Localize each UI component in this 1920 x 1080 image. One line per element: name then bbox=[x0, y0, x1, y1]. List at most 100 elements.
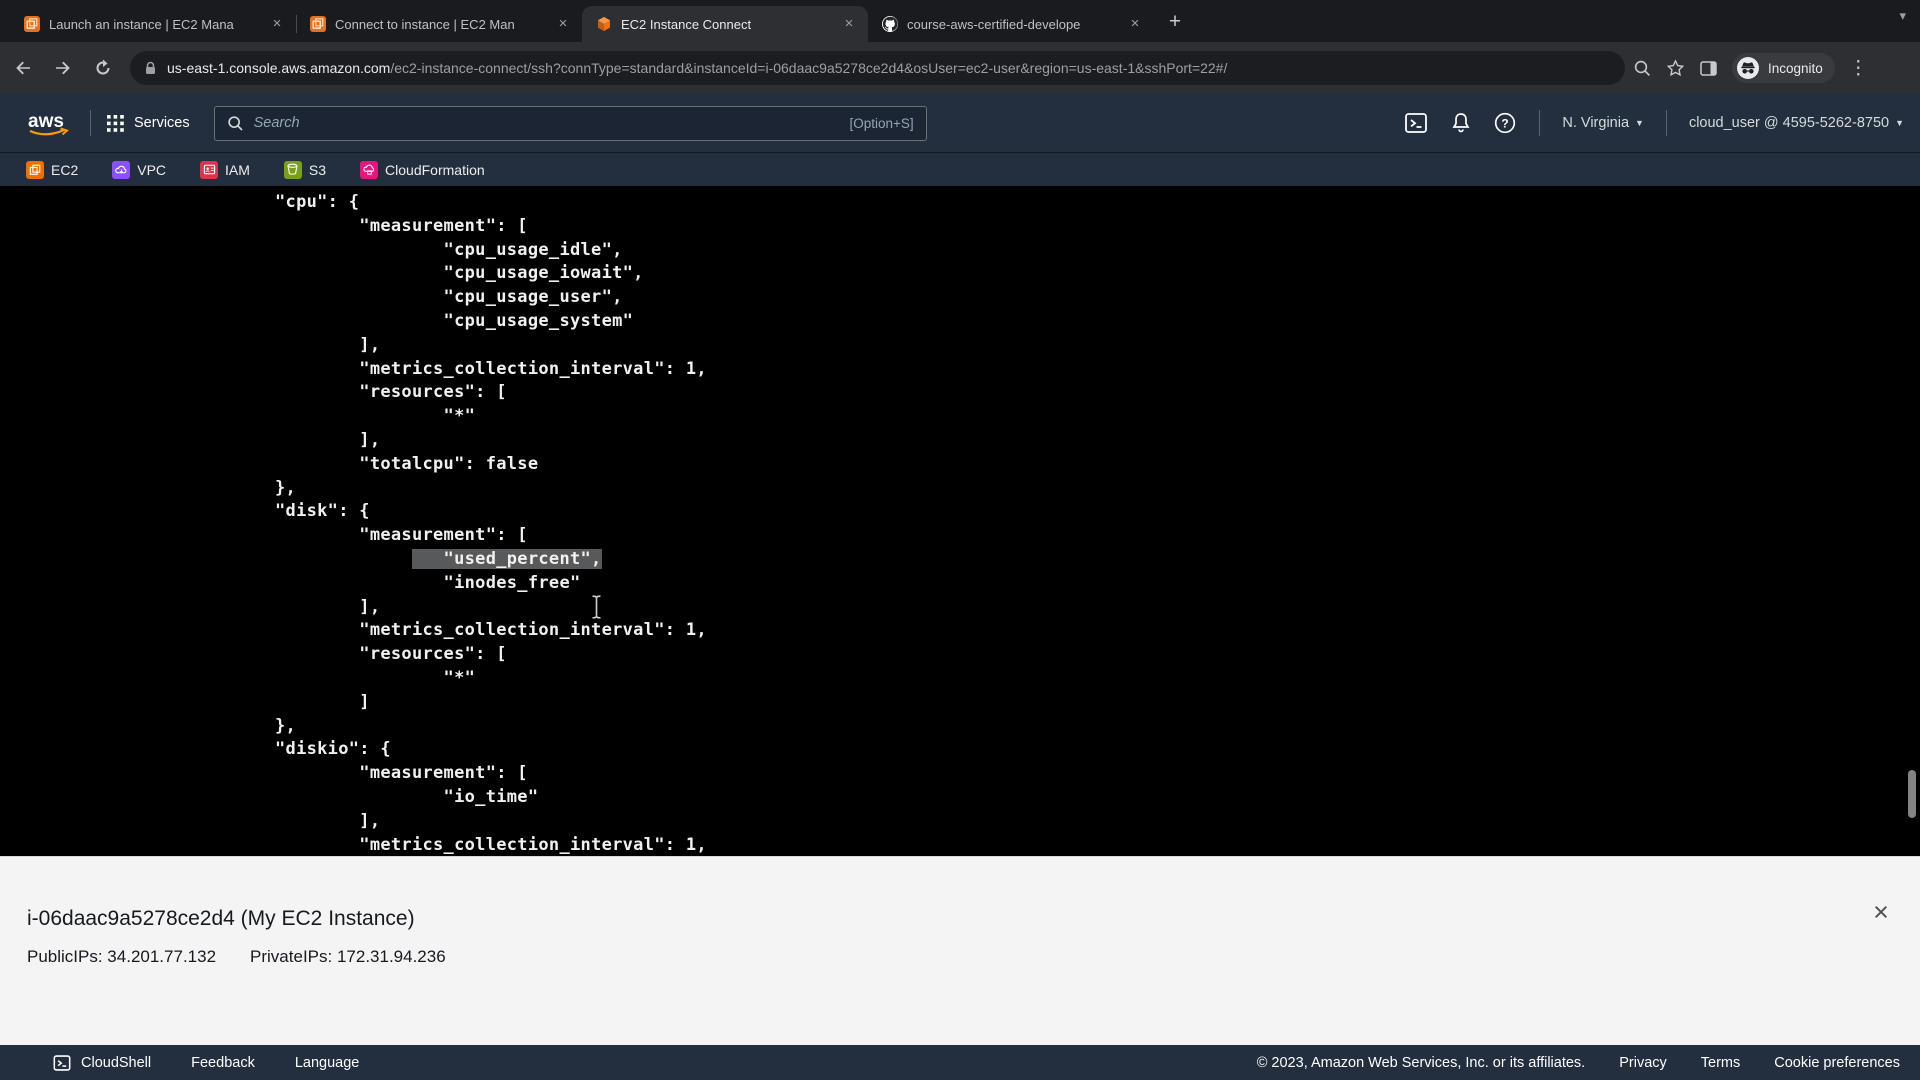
terminal-line: "cpu_usage_system" bbox=[275, 310, 1920, 334]
side-panel-icon[interactable] bbox=[1699, 59, 1718, 78]
console-search[interactable]: [Option+S] bbox=[214, 106, 927, 141]
aws-logo[interactable]: aws bbox=[22, 107, 74, 139]
iam-service-icon bbox=[200, 161, 218, 179]
tab-search-chevron-icon[interactable]: ▾ bbox=[1899, 8, 1906, 24]
terminal-line: "cpu_usage_user", bbox=[275, 286, 1920, 310]
selected-text: "used_percent", bbox=[412, 549, 602, 569]
text-cursor-icon bbox=[590, 594, 603, 620]
favorite-label: CloudFormation bbox=[385, 162, 485, 178]
account-menu[interactable]: cloud_user @ 4595-5262-8750 ▼ bbox=[1689, 115, 1904, 131]
region-label: N. Virginia bbox=[1562, 115, 1629, 131]
footer-cloudshell-button[interactable]: CloudShell bbox=[52, 1053, 151, 1073]
new-tab-button[interactable]: + bbox=[1160, 8, 1190, 38]
browser-tab[interactable]: Launch an instance | EC2 Mana × bbox=[10, 6, 296, 42]
favorite-service-link[interactable]: VPC bbox=[112, 161, 166, 179]
services-menu[interactable]: Services bbox=[107, 115, 190, 132]
address-bar[interactable]: us-east-1.console.aws.amazon.com/ec2-ins… bbox=[130, 51, 1625, 85]
forward-icon[interactable] bbox=[46, 51, 80, 85]
terminal-line: "metrics_collection_interval": 1, bbox=[275, 358, 1920, 382]
notifications-bell-icon[interactable] bbox=[1449, 111, 1473, 135]
aws-console-footer: CloudShell Feedback Language © 2023, Ama… bbox=[0, 1045, 1920, 1080]
favorite-service-link[interactable]: S3 bbox=[284, 161, 326, 179]
terminal-line: "diskio": { bbox=[275, 738, 1920, 762]
close-icon[interactable]: × bbox=[1866, 897, 1896, 927]
browser-tab[interactable]: Connect to instance | EC2 Man × bbox=[296, 6, 582, 42]
terminal-line: "io_time" bbox=[275, 786, 1920, 810]
chevron-down-icon: ▼ bbox=[1895, 118, 1904, 128]
browser-menu-icon[interactable]: ⋮ bbox=[1849, 57, 1868, 80]
ec2-favicon bbox=[310, 16, 326, 32]
tab-title: EC2 Instance Connect bbox=[621, 17, 831, 32]
terminal-scrollbar-thumb[interactable] bbox=[1908, 770, 1916, 818]
footer-link[interactable]: Terms bbox=[1701, 1055, 1740, 1071]
header-divider bbox=[1666, 110, 1667, 136]
back-icon[interactable] bbox=[6, 51, 40, 85]
s3-service-icon bbox=[284, 161, 302, 179]
account-label: cloud_user @ 4595-5262-8750 bbox=[1689, 115, 1889, 131]
language-button[interactable]: Language bbox=[295, 1055, 360, 1071]
tab-strip: Launch an instance | EC2 Mana × Connect … bbox=[0, 0, 1154, 42]
chevron-down-icon: ▼ bbox=[1635, 118, 1644, 128]
url-path: /ec2-instance-connect/ssh?connType=stand… bbox=[390, 60, 1227, 76]
favorite-service-link[interactable]: IAM bbox=[200, 161, 250, 179]
browser-tab-bar: Launch an instance | EC2 Mana × Connect … bbox=[0, 0, 1920, 42]
header-right-controls: ? N. Virginia ▼ cloud_user @ 4595-5262-8… bbox=[1403, 94, 1904, 152]
github-favicon bbox=[882, 16, 898, 32]
favorite-service-link[interactable]: CloudFormation bbox=[360, 161, 485, 179]
search-icon bbox=[227, 115, 244, 132]
vpc-service-icon bbox=[112, 161, 130, 179]
cloudshell-icon[interactable] bbox=[1403, 110, 1429, 136]
terminal-line: }, bbox=[275, 477, 1920, 501]
cloudformation-service-icon bbox=[360, 161, 378, 179]
url-domain: us-east-1.console.aws.amazon.com bbox=[167, 60, 390, 76]
services-grid-icon bbox=[107, 115, 124, 132]
toolbar-right: Incognito ⋮ bbox=[1633, 53, 1878, 83]
ec2-favicon bbox=[24, 16, 40, 32]
private-ips: PrivateIPs: 172.31.94.236 bbox=[250, 947, 446, 967]
terminal-line: "metrics_collection_interval": 1, bbox=[275, 834, 1920, 856]
footer-link[interactable]: Privacy bbox=[1619, 1055, 1667, 1071]
lock-icon bbox=[144, 61, 157, 76]
favorite-service-link[interactable]: EC2 bbox=[26, 161, 78, 179]
header-divider bbox=[90, 110, 91, 136]
favorite-label: VPC bbox=[137, 162, 166, 178]
browser-tab[interactable]: EC2 Instance Connect × bbox=[582, 6, 868, 42]
copyright-text: © 2023, Amazon Web Services, Inc. or its… bbox=[1257, 1055, 1586, 1071]
terminal-line: "inodes_free" bbox=[275, 572, 1920, 596]
instance-title: i-06daac9a5278ce2d4 (My EC2 Instance) bbox=[0, 857, 1920, 931]
incognito-badge: Incognito bbox=[1732, 53, 1835, 83]
favorite-label: S3 bbox=[309, 162, 326, 178]
terminal-line: ], bbox=[275, 429, 1920, 453]
terminal-line: "measurement": [ bbox=[275, 215, 1920, 239]
tab-close-icon[interactable]: × bbox=[1126, 15, 1144, 33]
tab-title: Connect to instance | EC2 Man bbox=[335, 17, 545, 32]
tab-close-icon[interactable]: × bbox=[268, 15, 286, 33]
terminal-line: "cpu_usage_idle", bbox=[275, 239, 1920, 263]
feedback-button[interactable]: Feedback bbox=[191, 1055, 255, 1071]
instance-info-panel: i-06daac9a5278ce2d4 (My EC2 Instance) Pu… bbox=[0, 856, 1920, 1045]
browser-tab[interactable]: course-aws-certified-develope × bbox=[868, 6, 1154, 42]
incognito-icon bbox=[1736, 56, 1760, 80]
terminal-line: "resources": [ bbox=[275, 381, 1920, 405]
tab-close-icon[interactable]: × bbox=[840, 15, 858, 33]
tab-close-icon[interactable]: × bbox=[554, 15, 572, 33]
terminal-output: "cpu": { "measurement": [ "cpu_usage_idl… bbox=[0, 186, 1920, 856]
terminal-line: ], bbox=[275, 334, 1920, 358]
search-input[interactable] bbox=[254, 115, 850, 131]
terminal-line: ] bbox=[275, 691, 1920, 715]
bookmark-star-icon[interactable] bbox=[1666, 59, 1685, 78]
aws-cube-favicon bbox=[596, 16, 612, 32]
reload-icon[interactable] bbox=[86, 51, 120, 85]
terminal-line: "resources": [ bbox=[275, 643, 1920, 667]
ec2-instance-connect-terminal[interactable]: "cpu": { "measurement": [ "cpu_usage_idl… bbox=[0, 186, 1920, 856]
terminal-line: "cpu_usage_iowait", bbox=[275, 262, 1920, 286]
terminal-line: "measurement": [ bbox=[275, 762, 1920, 786]
favorite-label: IAM bbox=[225, 162, 250, 178]
public-ips: PublicIPs: 34.201.77.132 bbox=[27, 947, 216, 967]
zoom-icon[interactable] bbox=[1633, 59, 1652, 78]
region-selector[interactable]: N. Virginia ▼ bbox=[1562, 115, 1644, 131]
footer-link[interactable]: Cookie preferences bbox=[1774, 1055, 1900, 1071]
favorites-bar: EC2 VPC IAM S3 CloudFormation bbox=[0, 152, 1920, 186]
help-icon[interactable]: ? bbox=[1493, 111, 1517, 135]
footer-links: Privacy Terms Cookie preferences bbox=[1619, 1055, 1900, 1071]
